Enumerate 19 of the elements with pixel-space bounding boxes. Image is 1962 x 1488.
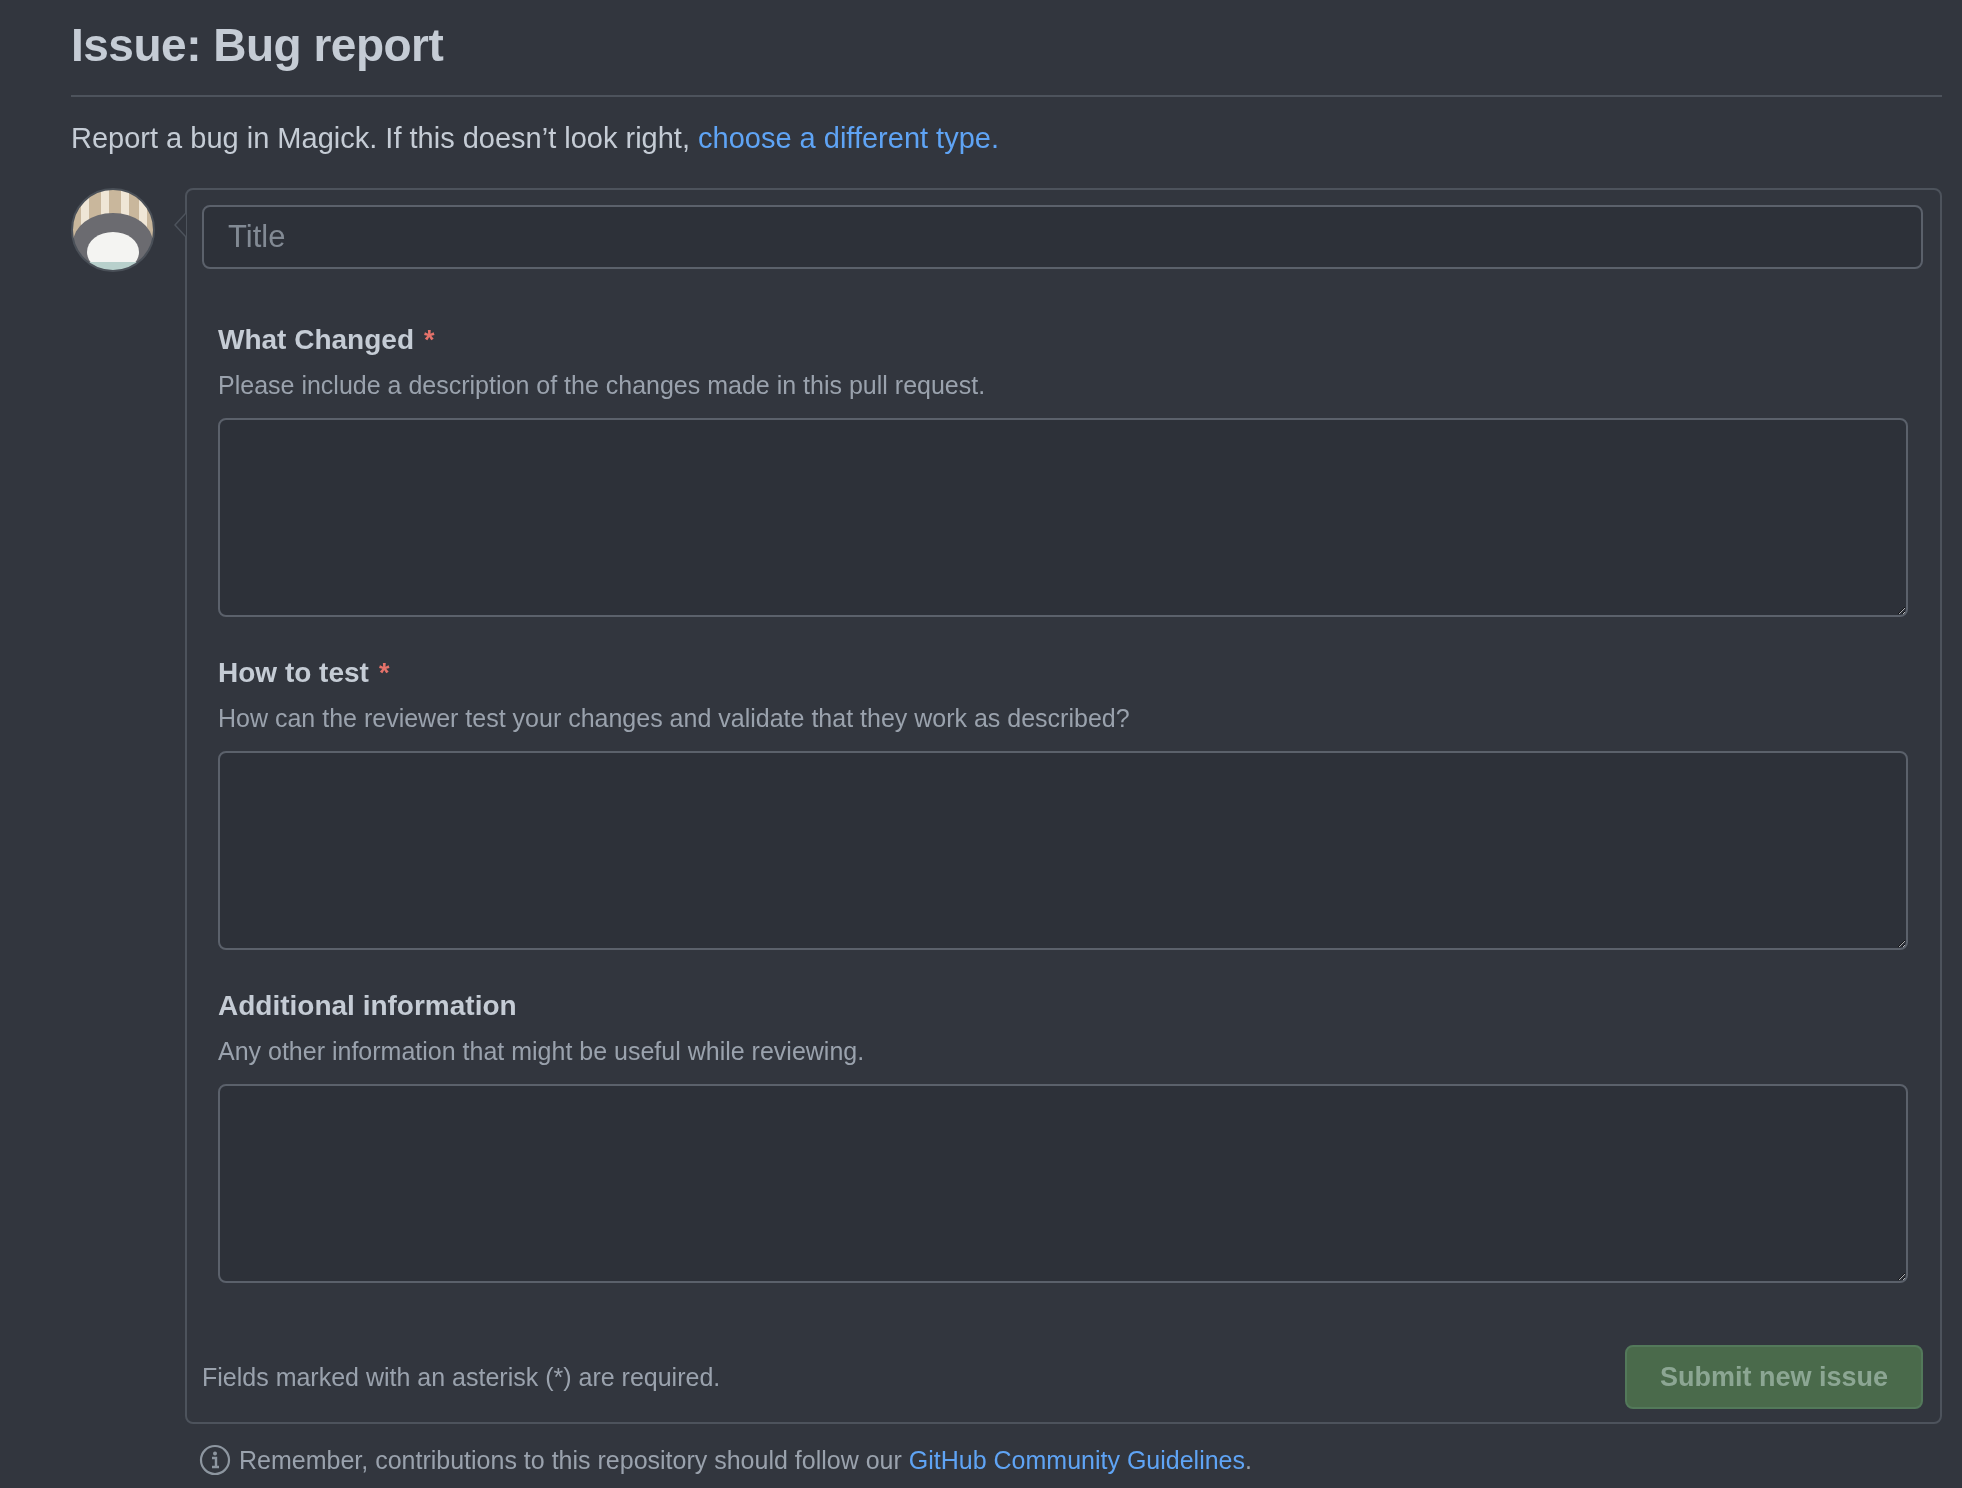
field-description: Please include a description of the changes made in this pull request. xyxy=(218,370,987,400)
field-description: Any other information that might be useful while reviewing. xyxy=(218,1036,866,1066)
text-area[interactable] xyxy=(218,418,1908,617)
field-label: How to test xyxy=(218,657,369,689)
field-description: How can the reviewer test your changes and validate that they work as described? xyxy=(218,703,1131,733)
intro-text: Report a bug in Magick. If this doesn’t look right, choose a different type. xyxy=(71,121,1000,155)
field-label: Additional information xyxy=(218,990,517,1022)
info-icon xyxy=(199,1444,231,1476)
different-type-link[interactable]: choose a different type. xyxy=(698,122,999,154)
title-field[interactable]: Title xyxy=(202,205,1923,269)
field-label: What Changed xyxy=(218,324,414,356)
guidelines-link[interactable]: GitHub Community Guidelines xyxy=(908,1445,1245,1474)
page-heading: Issue: Bug report xyxy=(71,18,445,73)
required-mark: * xyxy=(378,657,390,689)
reminder-text: Remember, contributions to this repository should follow our GitHub Community Guidelines. xyxy=(239,1445,1252,1475)
required-note: Fields marked with an asterisk (*) are required. xyxy=(202,1362,721,1392)
required-mark: * xyxy=(424,324,435,356)
text-area[interactable] xyxy=(218,1084,1908,1283)
text-area[interactable] xyxy=(218,751,1908,950)
